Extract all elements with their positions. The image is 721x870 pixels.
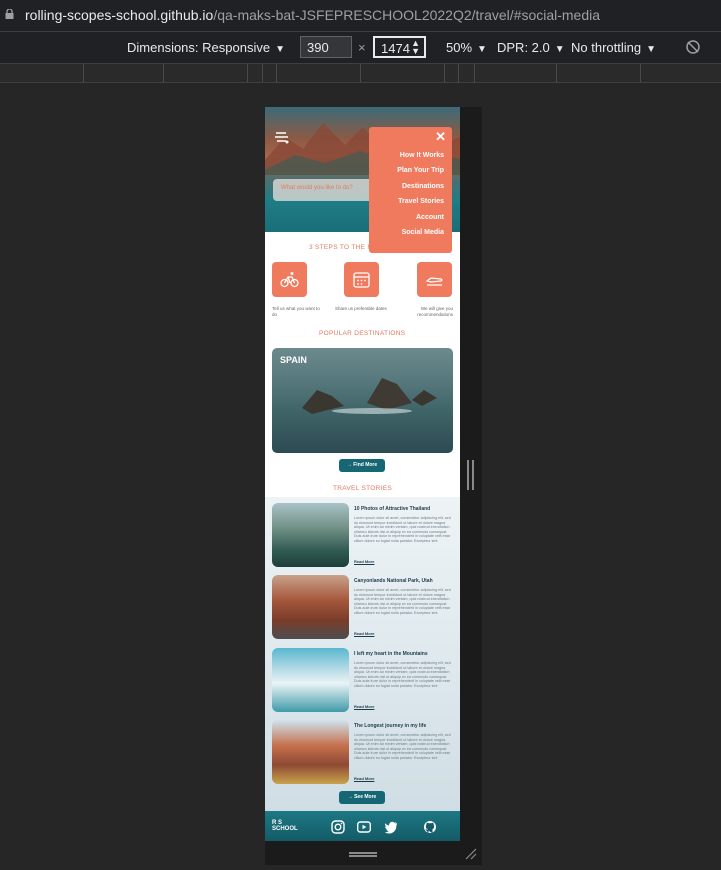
- ruler-divider: [262, 64, 263, 82]
- plane-icon: [425, 277, 443, 286]
- dimensions-dropdown[interactable]: Dimensions: Responsive ▼: [127, 40, 285, 55]
- ruler-divider: [474, 64, 475, 82]
- dropdown-arrow-icon: ▼: [554, 44, 565, 55]
- step-text-2: Share us preferable dates: [335, 306, 387, 311]
- story-body: Lorem ipsum dolor sit amet, consectetur …: [354, 516, 451, 543]
- close-icon[interactable]: ✕: [435, 129, 446, 145]
- story-body: Lorem ipsum dolor sit amet, consectetur …: [354, 733, 451, 760]
- step-card-2: [344, 262, 379, 297]
- destination-slide[interactable]: SPAIN: [272, 348, 453, 453]
- url-path: /qa-maks-bat-JSFEPRESCHOOL2022Q2/travel/…: [213, 7, 601, 23]
- footer-logo-text: R S SCHOOL: [272, 820, 298, 832]
- story-title[interactable]: 10 Photos of Attractive Thailand: [354, 506, 430, 512]
- story-image-journey: [272, 720, 349, 784]
- dropdown-arrow-icon: ▼: [275, 44, 285, 55]
- footer: R S SCHOOL: [265, 811, 460, 841]
- story-body: Lorem ipsum dolor sit amet, consectetur …: [354, 661, 451, 688]
- step-card-3: [417, 262, 452, 297]
- device-toolbar: Dimensions: Responsive ▼ 390 × 1474 ▲ ▼ 50%…: [0, 32, 721, 64]
- dpr-dropdown[interactable]: DPR: 2.0 ▼: [497, 40, 565, 55]
- search-placeholder: What would you like to do?: [281, 185, 353, 191]
- dpr-label: DPR: 2.0: [497, 40, 550, 55]
- lock-icon: [5, 9, 14, 19]
- rotate-icon[interactable]: [685, 39, 701, 55]
- ruler-divider: [556, 64, 557, 82]
- step-text-3: We will give you recommendations: [417, 306, 453, 317]
- menu-item-how-it-works[interactable]: How It Works: [400, 152, 444, 159]
- read-more-link[interactable]: Read More: [354, 776, 374, 781]
- read-more-link[interactable]: Read More: [354, 631, 374, 636]
- url-host: rolling-scopes-school.github.io: [25, 7, 214, 23]
- menu-item-destinations[interactable]: Destinations: [402, 183, 444, 190]
- find-more-button[interactable]: → Find More: [339, 459, 385, 472]
- media-query-bar[interactable]: [0, 64, 721, 83]
- menu-item-social-media[interactable]: Social Media: [402, 229, 444, 236]
- destination-name: SPAIN: [280, 355, 307, 365]
- steps-title: 3 STEPS TO THE R: [309, 244, 373, 251]
- dimensions-label: Dimensions: Responsive: [127, 40, 271, 55]
- bicycle-icon: [280, 272, 299, 288]
- menu-item-account[interactable]: Account: [416, 214, 444, 221]
- ruler-divider: [360, 64, 361, 82]
- ruler-divider: [276, 64, 277, 82]
- spinner-icon[interactable]: ▲ ▼: [411, 39, 420, 56]
- ruler-divider: [640, 64, 641, 82]
- story-title[interactable]: The Longest journey in my life: [354, 723, 426, 729]
- menu-item-plan-your-trip[interactable]: Plan Your Trip: [397, 167, 444, 174]
- height-value: 1474: [381, 41, 410, 56]
- twitter-icon[interactable]: [384, 820, 398, 834]
- read-more-link[interactable]: Read More: [354, 559, 374, 564]
- resize-handle-right[interactable]: [467, 460, 474, 490]
- story-image-canyonlands: [272, 575, 349, 639]
- url-text[interactable]: rolling-scopes-school.github.io/qa-maks-…: [25, 7, 600, 23]
- ruler-divider: [163, 64, 164, 82]
- popular-destinations-title: POPULAR DESTINATIONS: [319, 330, 406, 337]
- youtube-icon[interactable]: [357, 820, 371, 834]
- instagram-icon[interactable]: [331, 820, 345, 834]
- slider-dots[interactable]: [359, 444, 374, 453]
- story-body: Lorem ipsum dolor sit amet, consectetur …: [354, 588, 451, 615]
- menu-item-travel-stories[interactable]: Travel Stories: [398, 198, 444, 205]
- width-input[interactable]: 390: [300, 36, 352, 58]
- github-icon[interactable]: [423, 820, 437, 834]
- dropdown-arrow-icon: ▼: [646, 44, 656, 55]
- logo-icon[interactable]: [273, 129, 291, 145]
- story-title[interactable]: Canyonlands National Park, Utah: [354, 578, 433, 584]
- address-bar[interactable]: rolling-scopes-school.github.io/qa-maks-…: [0, 0, 721, 32]
- mobile-menu: ✕ How It Works Plan Your Trip Destinatio…: [369, 127, 452, 253]
- zoom-dropdown[interactable]: 50% ▼: [446, 40, 487, 55]
- see-more-button[interactable]: → See More: [339, 791, 385, 804]
- story-image-mountains: [272, 648, 349, 712]
- throttling-label: No throttling: [571, 40, 642, 55]
- footer-logo[interactable]: R S SCHOOL: [272, 820, 298, 832]
- dropdown-arrow-icon: ▼: [477, 44, 487, 55]
- step-text-1: Tell us what you want to do: [272, 306, 320, 317]
- story-image-thailand: [272, 503, 349, 567]
- step-card-1: [272, 262, 307, 297]
- ruler-divider: [247, 64, 248, 82]
- travel-stories-title: TRAVEL STORIES: [333, 485, 392, 492]
- ruler-divider: [458, 64, 459, 82]
- throttling-dropdown[interactable]: No throttling ▼: [571, 40, 656, 55]
- zoom-label: 50%: [446, 40, 473, 55]
- ruler-divider: [444, 64, 445, 82]
- ruler-divider: [83, 64, 84, 82]
- height-input[interactable]: 1474 ▲ ▼: [373, 36, 426, 58]
- emulated-page: What would you like to do? ✕ How It Work…: [265, 107, 460, 841]
- resize-handle-bottom[interactable]: [349, 852, 377, 857]
- story-title[interactable]: I left my heart in the Mountains: [354, 651, 428, 657]
- calendar-icon: [353, 272, 370, 288]
- read-more-link[interactable]: Read More: [354, 704, 374, 709]
- resize-corner-icon[interactable]: [464, 848, 478, 860]
- times-sign: ×: [358, 40, 366, 55]
